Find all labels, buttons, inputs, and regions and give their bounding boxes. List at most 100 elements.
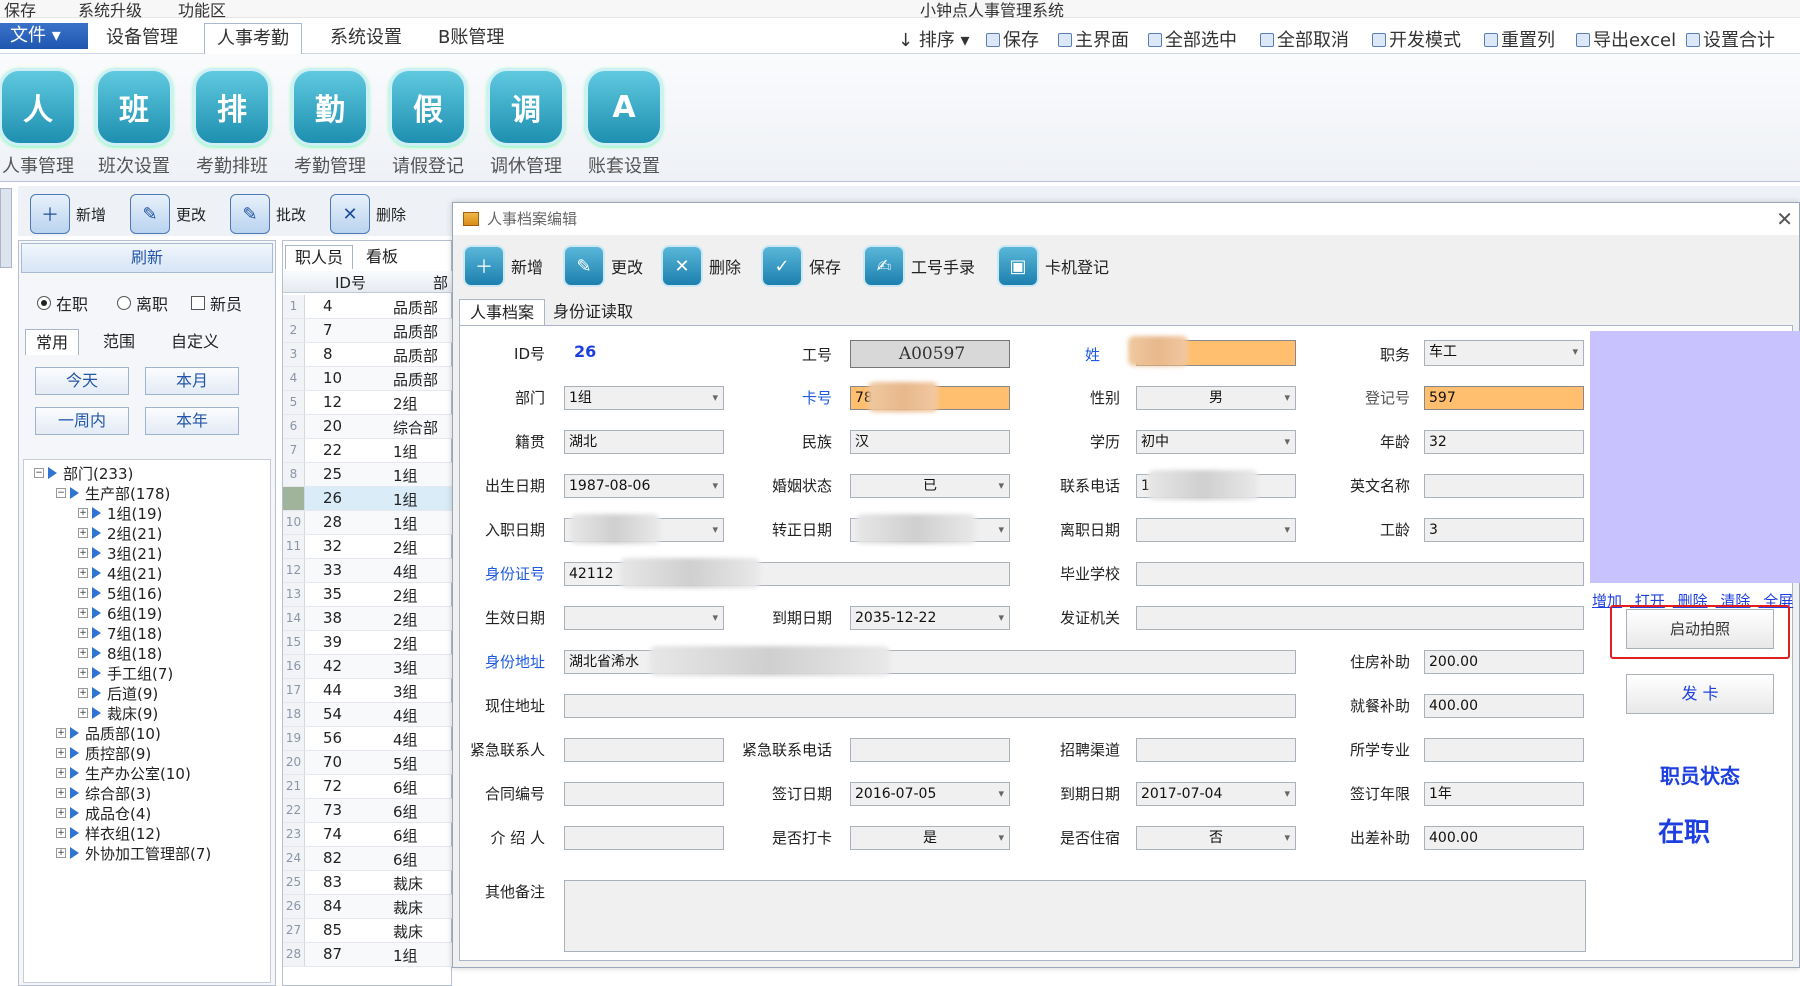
emergency-field[interactable] xyxy=(564,738,724,762)
tree-node[interactable]: + 品质部(10) xyxy=(56,724,161,743)
reg-no-field[interactable]: 597 xyxy=(1424,386,1584,410)
tree-node[interactable]: + 质控部(9) xyxy=(56,744,151,763)
marital-select[interactable]: 已 xyxy=(850,474,1010,498)
radio-left[interactable]: 离职 xyxy=(117,291,168,315)
dlg-save-button[interactable]: ✓ 保存 xyxy=(761,243,841,289)
ribbon-schedule-button[interactable]: 排考勤排班 xyxy=(184,68,280,184)
expand-icon[interactable]: + xyxy=(78,668,88,678)
expand-icon[interactable]: + xyxy=(56,788,66,798)
table-row[interactable]: 26 1组 xyxy=(283,487,453,511)
tree-node[interactable]: − 部门(233) xyxy=(34,464,133,483)
channel-field[interactable] xyxy=(1136,738,1296,762)
side-collapse-strip[interactable] xyxy=(0,188,12,268)
table-row[interactable]: 3 8 品质部 xyxy=(283,343,453,367)
expand-icon[interactable]: + xyxy=(78,608,88,618)
table-row[interactable]: 23 74 6组 xyxy=(283,823,453,847)
tab-system[interactable]: 系统设置 xyxy=(318,23,414,53)
birth-date-picker[interactable]: 1987-08-06 xyxy=(564,474,724,498)
close-icon[interactable]: ✕ xyxy=(1776,207,1793,231)
col-id-header[interactable]: ID号 xyxy=(335,272,366,293)
tree-node[interactable]: + 手工组(7) xyxy=(78,664,173,683)
expand-icon[interactable]: + xyxy=(78,548,88,558)
table-row[interactable]: 14 38 2组 xyxy=(283,607,453,631)
remark-textarea[interactable] xyxy=(564,880,1586,952)
expand-icon[interactable]: + xyxy=(78,708,88,718)
tree-node[interactable]: +1组(19) xyxy=(78,504,162,523)
expand-icon[interactable]: + xyxy=(56,748,66,758)
tree-node[interactable]: +8组(18) xyxy=(78,644,162,663)
ribbon-hr-button[interactable]: 人人事管理 xyxy=(0,68,86,184)
tree-node[interactable]: +4组(21) xyxy=(78,564,162,583)
tab-range[interactable]: 范围 xyxy=(93,329,145,355)
expand-icon[interactable]: + xyxy=(78,568,88,578)
table-row[interactable]: 22 73 6组 xyxy=(283,799,453,823)
reset-columns-action[interactable]: 重置列 xyxy=(1484,26,1555,52)
tree-node[interactable]: + 裁床(9) xyxy=(78,704,158,723)
tab-device[interactable]: 设备管理 xyxy=(94,23,190,53)
expand-icon[interactable]: + xyxy=(56,768,66,778)
meal-field[interactable]: 400.00 xyxy=(1424,694,1584,718)
this-month-button[interactable]: 本月 xyxy=(145,367,239,395)
sign-date-picker[interactable]: 2016-07-05 xyxy=(850,782,1010,806)
effective-date-picker[interactable] xyxy=(564,606,724,630)
contract-no-field[interactable] xyxy=(564,782,724,806)
dlg-edit-button[interactable]: ✎ 更改 xyxy=(563,243,643,289)
delete-button[interactable]: ✕ 删除 xyxy=(330,194,406,234)
table-row[interactable]: 15 39 2组 xyxy=(283,631,453,655)
gender-select[interactable]: 男 xyxy=(1136,386,1296,410)
tab-hr-record[interactable]: 人事档案 xyxy=(459,299,546,325)
dept-select[interactable]: 1组 xyxy=(564,386,724,410)
batch-edit-button[interactable]: ✎ 批改 xyxy=(230,194,306,234)
position-select[interactable]: 车工 xyxy=(1424,340,1584,366)
ribbon-shift-button[interactable]: 班班次设置 xyxy=(86,68,182,184)
table-row[interactable]: 8 25 1组 xyxy=(283,463,453,487)
dlg-delete-button[interactable]: ✕ 删除 xyxy=(661,243,741,289)
radio-on-job[interactable]: 在职 xyxy=(37,291,88,315)
english-name-field[interactable] xyxy=(1424,474,1584,498)
dlg-new-button[interactable]: ＋新增 xyxy=(463,243,543,289)
save-action[interactable]: 保存 xyxy=(986,26,1039,52)
tree-node[interactable]: + 样衣组(12) xyxy=(56,824,161,843)
quick-save[interactable]: 保存 xyxy=(4,0,36,21)
dev-mode-action[interactable]: 开发模式 xyxy=(1372,26,1461,52)
table-row[interactable]: 12 33 4组 xyxy=(283,559,453,583)
select-all-action[interactable]: 全部选中 xyxy=(1148,26,1237,52)
expand-icon[interactable]: + xyxy=(78,628,88,638)
tree-node[interactable]: + 外协加工管理部(7) xyxy=(56,844,211,863)
sort-action[interactable]: ↓ 排序 ▾ xyxy=(898,26,970,52)
expand-icon[interactable]: + xyxy=(56,808,66,818)
housing-field[interactable]: 200.00 xyxy=(1424,650,1584,674)
table-row[interactable]: 2 7 品质部 xyxy=(283,319,453,343)
expand-icon[interactable]: + xyxy=(78,588,88,598)
table-row[interactable]: 16 42 3组 xyxy=(283,655,453,679)
expire-date-picker[interactable]: 2035-12-22 xyxy=(850,606,1010,630)
this-year-button[interactable]: 本年 xyxy=(145,407,239,435)
ribbon-account-button[interactable]: A 账套设置 xyxy=(576,68,672,184)
education-select[interactable]: 初中 xyxy=(1136,430,1296,454)
expand-icon[interactable]: + xyxy=(78,688,88,698)
tree-node[interactable]: + 成品仓(4) xyxy=(56,804,151,823)
table-row[interactable]: 4 10 品质部 xyxy=(283,367,453,391)
age-field[interactable]: 32 xyxy=(1424,430,1584,454)
table-row[interactable]: 5 12 2组 xyxy=(283,391,453,415)
col-dept-header[interactable]: 部 xyxy=(433,272,448,293)
native-field[interactable]: 湖北 xyxy=(564,430,724,454)
tree-node[interactable]: − 生产部(178) xyxy=(56,484,170,503)
expand-icon[interactable]: + xyxy=(56,848,66,858)
referrer-field[interactable] xyxy=(564,826,724,850)
table-row[interactable]: 26 84 裁床 xyxy=(283,895,453,919)
school-field[interactable] xyxy=(1136,562,1584,586)
tree-node[interactable]: +7组(18) xyxy=(78,624,162,643)
issuer-field[interactable] xyxy=(1136,606,1584,630)
table-row[interactable]: 7 22 1组 xyxy=(283,439,453,463)
dorm-select[interactable]: 否 xyxy=(1136,826,1296,850)
tab-board[interactable]: 看板 xyxy=(357,245,407,269)
table-row[interactable]: 1 4 品质部 xyxy=(283,295,453,319)
table-row[interactable]: 11 32 2组 xyxy=(283,535,453,559)
punch-select[interactable]: 是 xyxy=(850,826,1010,850)
tab-attendance[interactable]: 人事考勤 xyxy=(204,23,302,55)
table-row[interactable]: 19 56 4组 xyxy=(283,727,453,751)
refresh-button[interactable]: 刷新 xyxy=(21,243,273,273)
deselect-all-action[interactable]: 全部取消 xyxy=(1260,26,1349,52)
issue-card-button[interactable]: 发 卡 xyxy=(1626,674,1774,714)
